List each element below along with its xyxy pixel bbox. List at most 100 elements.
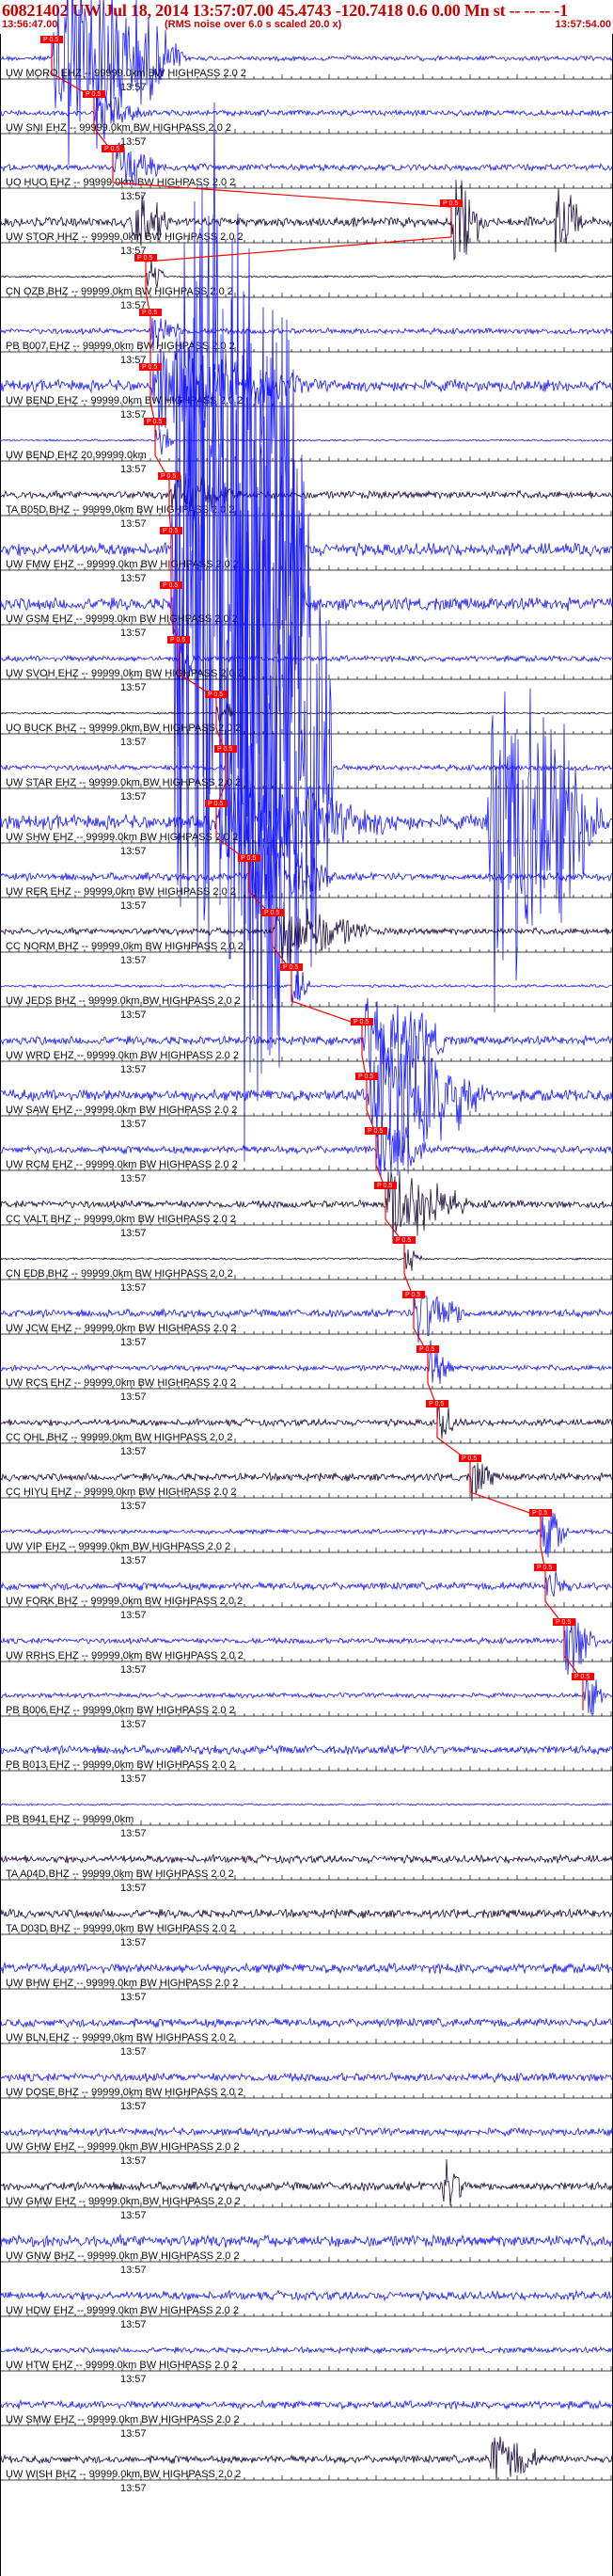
trace-label: CC HIYU EHZ -- 99999.0km BW HIGHPASS 2.0… bbox=[6, 1487, 237, 1498]
trace-row: 13:57 UW RCS EHZ -- 99999.0km BW HIGHPASS… bbox=[0, 1340, 613, 1403]
pick-label: P 0.5 bbox=[104, 146, 119, 152]
pick-label: P 0.5 bbox=[429, 1401, 444, 1407]
time-tick-label: 13:57 bbox=[120, 518, 147, 530]
trace-label: UW VIP EHZ -- 99999.0km BW HIGHPASS 2.0 … bbox=[6, 1541, 230, 1552]
pick-label: P 0.5 bbox=[170, 637, 185, 644]
pick-label: P 0.5 bbox=[396, 1237, 411, 1244]
trace-row: 13:57 UW SMW EHZ -- 99999.0km BW HIGHPASS… bbox=[0, 2399, 613, 2440]
trace-row: 13:57 PB B941 EHZ -- 99999.0km bbox=[0, 1803, 613, 1839]
trace-label: CC VALT BHZ -- 99999.0km BW HIGHPASS 2.0… bbox=[6, 1214, 236, 1225]
trace-row: 13:57 CC HIYU EHZ -- 99999.0km BW HIGHPAS… bbox=[0, 1462, 613, 1512]
trace-row: 13:57 UW WISH BHZ -- 99999.0km BW HIGHPAS… bbox=[0, 2436, 613, 2494]
waveform bbox=[0, 997, 613, 1089]
time-tick-label: 13:57 bbox=[120, 82, 147, 93]
time-tick-label: 13:57 bbox=[120, 737, 147, 748]
trace-row: 13:57 UO BUCK BHZ -- 99999.0km BW HIGHPAS… bbox=[0, 701, 613, 748]
trace-row: 13:57 UW WRD EHZ -- 99999.0km BW HIGHPASS… bbox=[0, 997, 613, 1089]
trace-row: 13:57 TA B05D BHZ -- 99999.0km BW HIGHPAS… bbox=[0, 470, 613, 530]
waveform bbox=[0, 2233, 613, 2249]
time-tick-label: 13:57 bbox=[120, 2046, 147, 2058]
trace-label: UW HTW EHZ -- 99999.0km BW HIGHPASS 2.0 … bbox=[6, 2360, 238, 2371]
time-tick-label: 13:57 bbox=[120, 2483, 147, 2494]
time-tick-label: 13:57 bbox=[120, 573, 147, 584]
trace-label: UW GSM EHZ -- 99999.0km BW HIGHPASS 2.0 … bbox=[6, 613, 238, 625]
time-tick-label: 13:57 bbox=[120, 136, 147, 148]
time-tick-label: 13:57 bbox=[120, 1610, 147, 1621]
time-tick-label: 13:57 bbox=[120, 2155, 147, 2167]
trace-row: 13:57 UW SNI EHZ -- 99999.0km BW HIGHPASS… bbox=[0, 95, 613, 148]
trace-row: 13:57UW STOR HHZ -- 99999.0km BW HIGHPAS… bbox=[0, 180, 613, 262]
trace-row: 13:57 UW JCW EHZ -- 99999.0km BW HIGHPASS… bbox=[0, 1292, 613, 1348]
waveform bbox=[0, 340, 613, 431]
pick-label: P 0.5 bbox=[283, 964, 298, 971]
seismogram-plot: 13:57 UW MORO EHZ -- 99999.0km BW HIGHPAS… bbox=[0, 0, 613, 2576]
trace-row: 13:57 UW BEND EHZ 20 99999.0km bbox=[0, 428, 613, 475]
trace-row: 13:57 UW SVOH EHZ -- 99999.0km BW HIGHPAS… bbox=[0, 641, 613, 693]
trace-label: TA D03D BHZ -- 99999.0km BW HIGHPASS 2.0… bbox=[6, 1923, 235, 1934]
trace-row: 13:57 UW BHW EHZ -- 99999.0km BW HIGHPASS… bbox=[0, 1961, 613, 2003]
time-tick-label: 13:57 bbox=[120, 2319, 147, 2330]
trace-row: 13:57 UW MORO EHZ -- 99999.0km BW HIGHPAS… bbox=[0, 0, 613, 166]
trace-row: 13:57PB B007 EHZ -- 99999.0km BW HIGHPAS… bbox=[0, 318, 613, 366]
time-tick-label: 13:57 bbox=[120, 1010, 147, 1021]
trace-row: 13:57 PB B006 EHZ -- 99999.0km BW HIGHPAS… bbox=[0, 1677, 613, 1730]
pick-label: P 0.5 bbox=[142, 364, 157, 371]
waveform bbox=[0, 2345, 613, 2355]
time-tick-label: 13:57 bbox=[120, 1064, 147, 1075]
trace-label: UW WISH BHZ -- 99999.0km BW HIGHPASS 2.0… bbox=[6, 2469, 241, 2480]
trace-label: UW SMW EHZ -- 99999.0km BW HIGHPASS 2.0 … bbox=[6, 2414, 240, 2425]
trace-label: UW SNI EHZ -- 99999.0km BW HIGHPASS 2.0 … bbox=[6, 122, 231, 134]
pick-label: P 0.5 bbox=[86, 91, 101, 98]
trace-row: 13:57 TA A04D BHZ -- 99999.0km BW HIGHPAS… bbox=[0, 1853, 613, 1894]
waveform bbox=[0, 2016, 613, 2028]
waveform bbox=[0, 1743, 613, 1756]
time-tick-label: 13:57 bbox=[120, 1883, 147, 1894]
waveform bbox=[0, 355, 613, 1162]
trace-row: 13:57 CC VALT BHZ -- 99999.0km BW HIGHPAS… bbox=[0, 1170, 613, 1245]
trace-label: UW SVOH EHZ -- 99999.0km BW HIGHPASS 2.0… bbox=[6, 668, 244, 679]
trace-row: 13:57 UW SAW EHZ -- 99999.0km BW HIGHPASS… bbox=[0, 1022, 613, 1176]
trace-label: UW STOR HHZ -- 99999.0km BW HIGHPASS 2.0… bbox=[6, 231, 244, 243]
trace-label: CN EDB BHZ -- 99999.0km BW HIGHPASS 2.0 … bbox=[6, 1268, 233, 1280]
time-tick-label: 13:57 bbox=[120, 2210, 147, 2221]
trace-row: 13:57UW BEND EHZ -- 99999.0km BW HIGHPAS… bbox=[0, 340, 613, 431]
trace-label: UW GNW BHZ -- 99999.0km BW HIGHPASS 2.0 … bbox=[6, 2250, 240, 2262]
waveform bbox=[0, 180, 613, 262]
trace-label: TA A04D BHZ -- 99999.0km BW HIGHPASS 2.0… bbox=[6, 1868, 234, 1880]
trace-row: 13:57 UW VIP EHZ -- 99999.0km BW HIGHPASS… bbox=[0, 1513, 613, 1566]
time-tick-label: 13:57 bbox=[120, 1501, 147, 1512]
trace-row: 13:57 UW GMW EHZ -- 99999.0km BW HIGHPASS… bbox=[0, 2158, 613, 2221]
pick-label: P 0.5 bbox=[377, 1183, 392, 1189]
pick-label: P 0.5 bbox=[556, 1619, 571, 1626]
waveform bbox=[0, 2126, 613, 2139]
waveform bbox=[0, 1292, 613, 1343]
pick-label: P 0.5 bbox=[208, 692, 223, 698]
time-tick-label: 13:57 bbox=[120, 1337, 147, 1348]
trace-label: UW FORK BHZ -- 99999.0km BW HIGHPASS 2.0… bbox=[6, 1596, 243, 1607]
time-tick-label: 13:57 bbox=[120, 682, 147, 693]
waveform bbox=[0, 0, 613, 166]
trace-label: UW GHW EHZ -- 99999.0km BW HIGHPASS 2.0 … bbox=[6, 2141, 240, 2153]
trace-row: 13:57 CN EDB BHZ -- 99999.0km BW HIGHPASS… bbox=[0, 1249, 613, 1294]
time-tick-label: 13:57 bbox=[120, 1446, 147, 1457]
trace-label: UW BHW EHZ -- 99999.0km BW HIGHPASS 2.0 … bbox=[6, 1978, 238, 1989]
pick-label: P 0.5 bbox=[419, 1346, 434, 1353]
trace-label: UW DOSE BHZ -- 99999.0km BW HIGHPASS 2.0… bbox=[6, 2087, 244, 2098]
trace-row: 13:57 UW RCM EHZ -- 99999.0km BW HIGHPASS… bbox=[0, 1115, 613, 1185]
trace-row: 13:57 UW FORK BHZ -- 99999.0km BW HIGHPAS… bbox=[0, 1571, 613, 1621]
trace-row: 13:57 UW JEDS BHZ -- 99999.0km BW HIGHPAS… bbox=[0, 969, 613, 1021]
trace-label: TA B05D BHZ -- 99999.0km BW HIGHPASS 2.0… bbox=[6, 504, 235, 516]
time-tick-label: 13:57 bbox=[120, 1937, 147, 1948]
pick-label: P 0.5 bbox=[354, 1019, 369, 1026]
trace-row: 13:57 UW HDW EHZ -- 99999.0km BW HIGHPASS… bbox=[0, 2289, 613, 2330]
pick-label: P 0.5 bbox=[574, 1674, 589, 1680]
trace-row: 13:57 UW DOSE BHZ -- 99999.0km BW HIGHPAS… bbox=[0, 2072, 613, 2112]
waveform bbox=[0, 1803, 613, 1806]
waveform bbox=[0, 260, 612, 288]
waveform bbox=[0, 1571, 613, 1598]
trace-label: UW RCS EHZ -- 99999.0km BW HIGHPASS 2.0 … bbox=[6, 1377, 236, 1389]
pick-label: P 0.5 bbox=[532, 1510, 547, 1517]
trace-label: UW RCM EHZ -- 99999.0km BW HIGHPASS 2.0 … bbox=[6, 1159, 238, 1170]
time-tick-label: 13:57 bbox=[120, 2428, 147, 2440]
waveform bbox=[0, 1853, 613, 1866]
